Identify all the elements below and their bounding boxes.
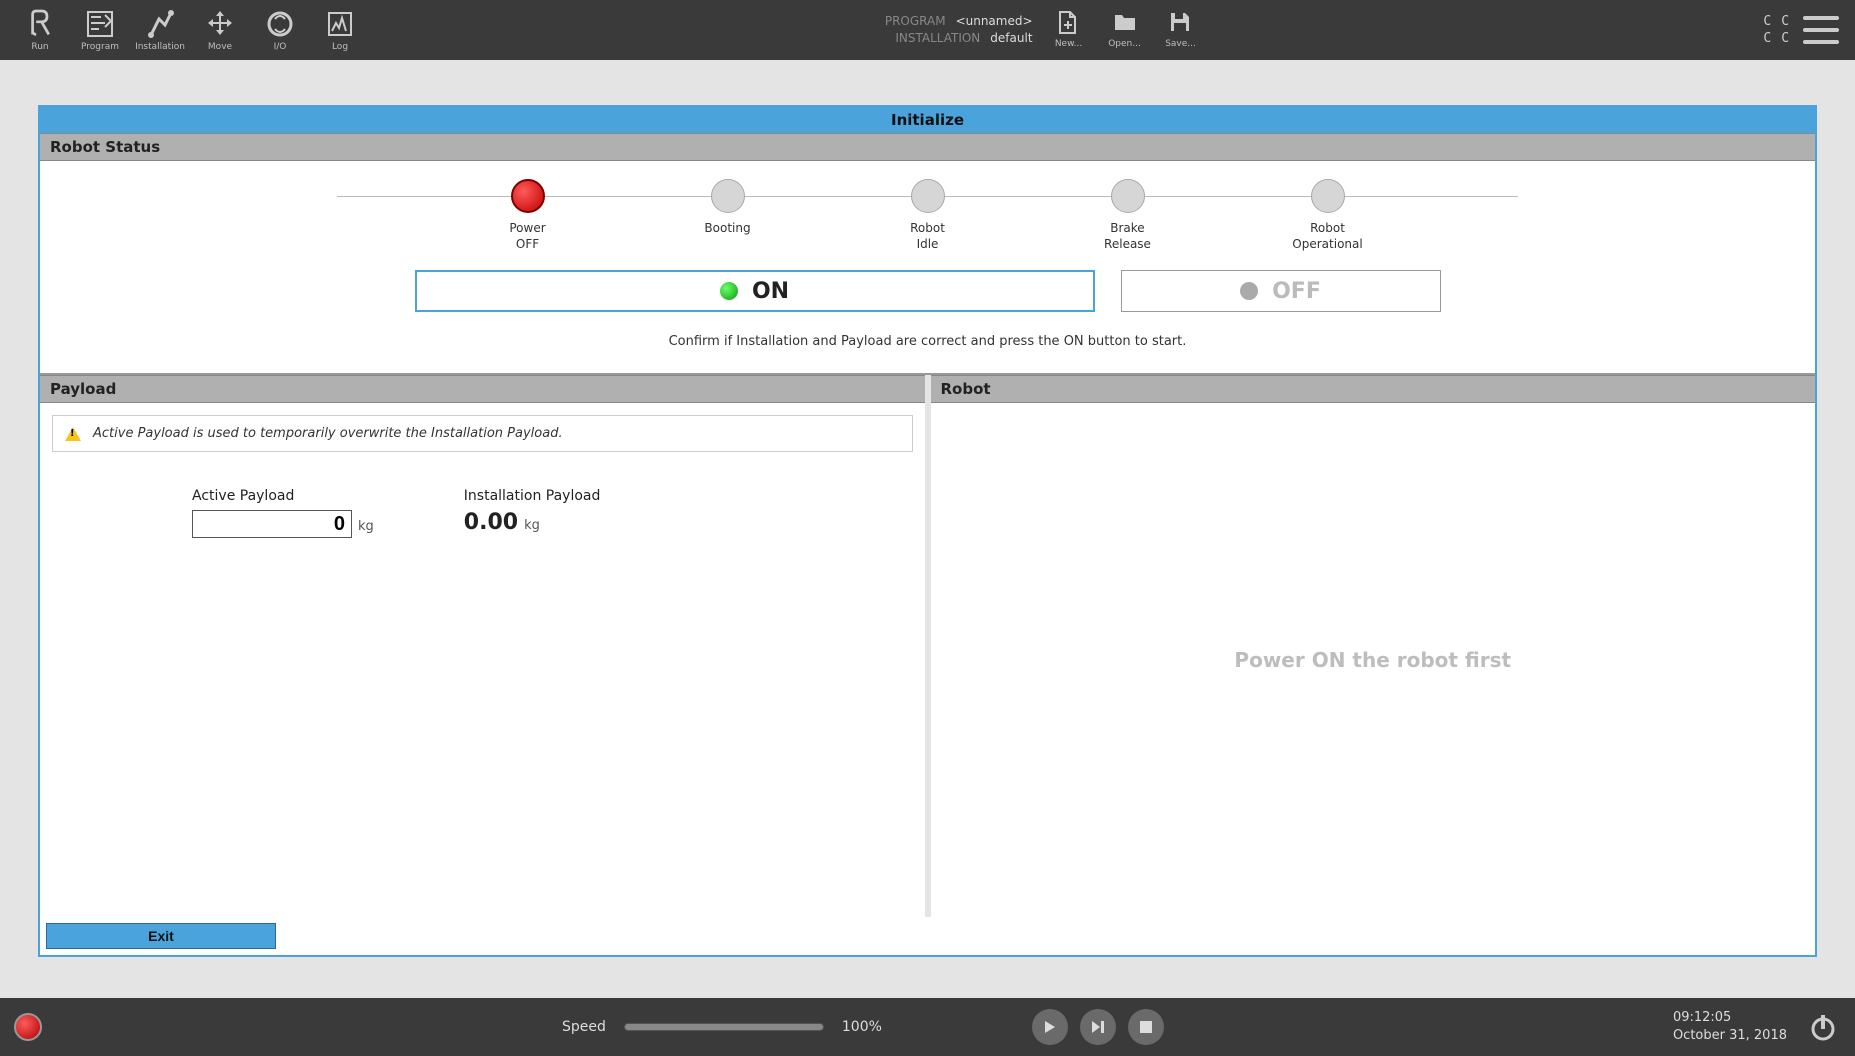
stage-label: Booting <box>704 221 750 235</box>
stage-label: Operational <box>1292 237 1362 251</box>
stage-label: Idle <box>917 237 939 251</box>
led-green-icon <box>720 282 738 300</box>
program-info: PROGRAM <unnamed> INSTALLATION default <box>885 13 1033 47</box>
installation-payload-label: Installation Payload <box>464 488 601 504</box>
tab-label: Run <box>31 42 48 52</box>
active-payload-input[interactable] <box>192 510 352 538</box>
robot-status-body: PowerOFF Booting RobotIdle BrakeRelease … <box>40 161 1815 373</box>
file-btn-label: Save... <box>1165 39 1196 49</box>
stage-dot <box>711 179 745 213</box>
stage-booting: Booting <box>628 179 828 237</box>
robot-section-header: Robot <box>931 375 1816 403</box>
tab-label: Installation <box>135 42 185 52</box>
tab-program[interactable]: Program <box>70 2 130 58</box>
bottom-toolbar: Speed 100% 09:12:05 October 31, 2018 <box>0 998 1855 1056</box>
tab-move[interactable]: Move <box>190 2 250 58</box>
stage-label: Robot <box>1310 221 1345 235</box>
tab-io[interactable]: I/O <box>250 2 310 58</box>
status-stages: PowerOFF Booting RobotIdle BrakeRelease … <box>52 179 1803 252</box>
stage-power-off: Power OFF <box>428 179 628 252</box>
program-value: <unnamed> <box>956 13 1033 30</box>
io-icon <box>264 8 296 40</box>
step-button[interactable] <box>1080 1009 1116 1045</box>
tab-label: I/O <box>274 42 287 52</box>
stage-robot-operational: Robot Operational <box>1228 179 1428 252</box>
initialize-panel: Initialize Robot Status Power OFF Booting… <box>38 105 1817 957</box>
robot-placeholder-message: Power ON the robot first <box>1234 648 1511 672</box>
date-text: October 31, 2018 <box>1673 1027 1787 1045</box>
speed-control: Speed 100% <box>562 1019 882 1035</box>
exit-button[interactable]: Exit <box>46 923 276 949</box>
open-button[interactable]: Open... <box>1097 11 1153 49</box>
power-off-button[interactable]: OFF <box>1121 270 1441 312</box>
speed-label: Speed <box>562 1019 606 1035</box>
save-icon <box>1169 11 1193 35</box>
new-file-icon <box>1057 11 1081 35</box>
shutdown-button[interactable] <box>1805 1009 1841 1045</box>
stage-label: Brake <box>1110 221 1144 235</box>
speed-slider[interactable] <box>624 1023 824 1031</box>
installation-icon <box>144 8 176 40</box>
time-text: 09:12:05 <box>1673 1009 1787 1027</box>
menu-button[interactable] <box>1803 16 1839 44</box>
tab-label: Move <box>208 42 232 52</box>
new-button[interactable]: New... <box>1041 11 1097 49</box>
top-toolbar: Run Program Installation Move I/O Log PR… <box>0 0 1855 60</box>
warning-text: Active Payload is used to temporarily ov… <box>93 426 563 441</box>
panel-title: Initialize <box>40 107 1815 133</box>
installation-key-label: INSTALLATION <box>895 30 980 47</box>
program-key-label: PROGRAM <box>885 13 946 30</box>
confirm-message: Confirm if Installation and Payload are … <box>52 334 1803 349</box>
robot-status-header: Robot Status <box>40 133 1815 161</box>
robot-body: Power ON the robot first <box>931 403 1816 917</box>
stage-dot <box>911 179 945 213</box>
program-icon <box>84 8 116 40</box>
tab-installation[interactable]: Installation <box>130 2 190 58</box>
stage-dot-active <box>511 179 545 213</box>
cc-cell: C <box>1763 14 1771 29</box>
log-icon <box>324 8 356 40</box>
cc-indicator: C C C C <box>1763 14 1789 46</box>
tab-log[interactable]: Log <box>310 2 370 58</box>
stage-label: Robot <box>910 221 945 235</box>
stage-robot-idle: Robot Idle <box>828 179 1028 252</box>
off-label: OFF <box>1272 279 1321 304</box>
speed-value: 100% <box>842 1019 882 1035</box>
active-payload-label: Active Payload <box>192 488 374 504</box>
power-on-button[interactable]: ON <box>415 270 1095 312</box>
tab-run[interactable]: Run <box>10 2 70 58</box>
stage-label: Power <box>509 221 545 235</box>
move-icon <box>204 8 236 40</box>
cc-cell: C <box>1781 31 1789 46</box>
stage-brake-release: Brake Release <box>1028 179 1228 252</box>
stage-dot <box>1311 179 1345 213</box>
stage-dot <box>1111 179 1145 213</box>
file-btn-label: New... <box>1055 39 1082 49</box>
tab-label: Log <box>332 42 348 52</box>
stop-button[interactable] <box>1128 1009 1164 1045</box>
file-btn-label: Open... <box>1108 39 1141 49</box>
led-gray-icon <box>1240 282 1258 300</box>
run-icon <box>24 8 56 40</box>
datetime: 09:12:05 October 31, 2018 <box>1673 1009 1787 1045</box>
installation-value: default <box>990 30 1032 47</box>
save-button[interactable]: Save... <box>1153 11 1209 49</box>
payload-header: Payload <box>40 375 925 403</box>
on-label: ON <box>752 279 789 304</box>
robot-state-indicator[interactable] <box>14 1013 42 1041</box>
unit-kg: kg <box>524 518 540 533</box>
unit-kg: kg <box>358 519 374 534</box>
stage-label: OFF <box>516 237 539 251</box>
warning-icon <box>65 427 81 441</box>
stage-label: Release <box>1104 237 1151 251</box>
tab-label: Program <box>81 42 119 52</box>
payload-body: Active Payload is used to temporarily ov… <box>40 403 925 917</box>
open-folder-icon <box>1113 11 1137 35</box>
cc-cell: C <box>1781 14 1789 29</box>
cc-cell: C <box>1763 31 1771 46</box>
play-button[interactable] <box>1032 1009 1068 1045</box>
installation-payload-value: 0.00 <box>464 510 518 535</box>
payload-warning: Active Payload is used to temporarily ov… <box>52 415 913 452</box>
